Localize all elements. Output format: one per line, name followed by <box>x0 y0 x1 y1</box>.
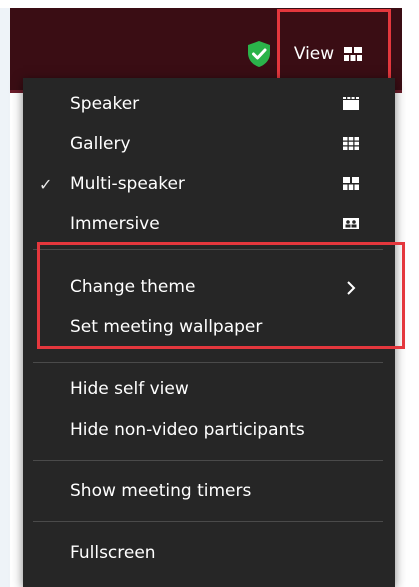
menu-item-show-meeting-timers[interactable]: Show meeting timers <box>23 472 395 510</box>
highlight-box-view <box>277 9 391 81</box>
menu-item-label: Fullscreen <box>70 543 156 563</box>
menu-item-label: Speaker <box>70 94 140 114</box>
menu-item-hide-self-view[interactable]: Hide self view <box>23 370 395 408</box>
menu-item-label: Hide self view <box>70 379 189 399</box>
menu-item-label: Hide non-video participants <box>70 420 305 440</box>
top-margin <box>0 0 419 8</box>
menu-item-speaker[interactable]: Speaker <box>23 85 395 123</box>
menu-item-label: Show meeting timers <box>70 481 252 501</box>
highlight-box-theme <box>37 242 405 349</box>
menu-item-immersive[interactable]: Immersive <box>23 205 395 243</box>
menu-item-fullscreen[interactable]: Fullscreen <box>23 534 395 572</box>
speaker-view-icon <box>343 97 361 111</box>
menu-separator <box>33 460 383 461</box>
menu-item-label: Multi-speaker <box>70 174 185 194</box>
security-shield-icon[interactable] <box>246 40 272 68</box>
gallery-view-icon <box>343 137 361 151</box>
menu-separator <box>33 362 383 363</box>
left-edge <box>0 8 10 587</box>
menu-item-gallery[interactable]: Gallery <box>23 125 395 163</box>
menu-item-label: Gallery <box>70 134 131 154</box>
screenshot: View Speaker Gallery ✓ Multi-speaker Imm… <box>0 0 419 587</box>
check-icon: ✓ <box>39 174 53 194</box>
menu-separator <box>33 521 383 522</box>
immersive-view-icon <box>343 217 361 231</box>
multi-speaker-view-icon <box>343 177 361 191</box>
menu-item-hide-non-video-participants[interactable]: Hide non-video participants <box>23 411 395 449</box>
menu-item-multi-speaker[interactable]: ✓ Multi-speaker <box>23 165 395 203</box>
menu-item-label: Immersive <box>70 214 160 234</box>
